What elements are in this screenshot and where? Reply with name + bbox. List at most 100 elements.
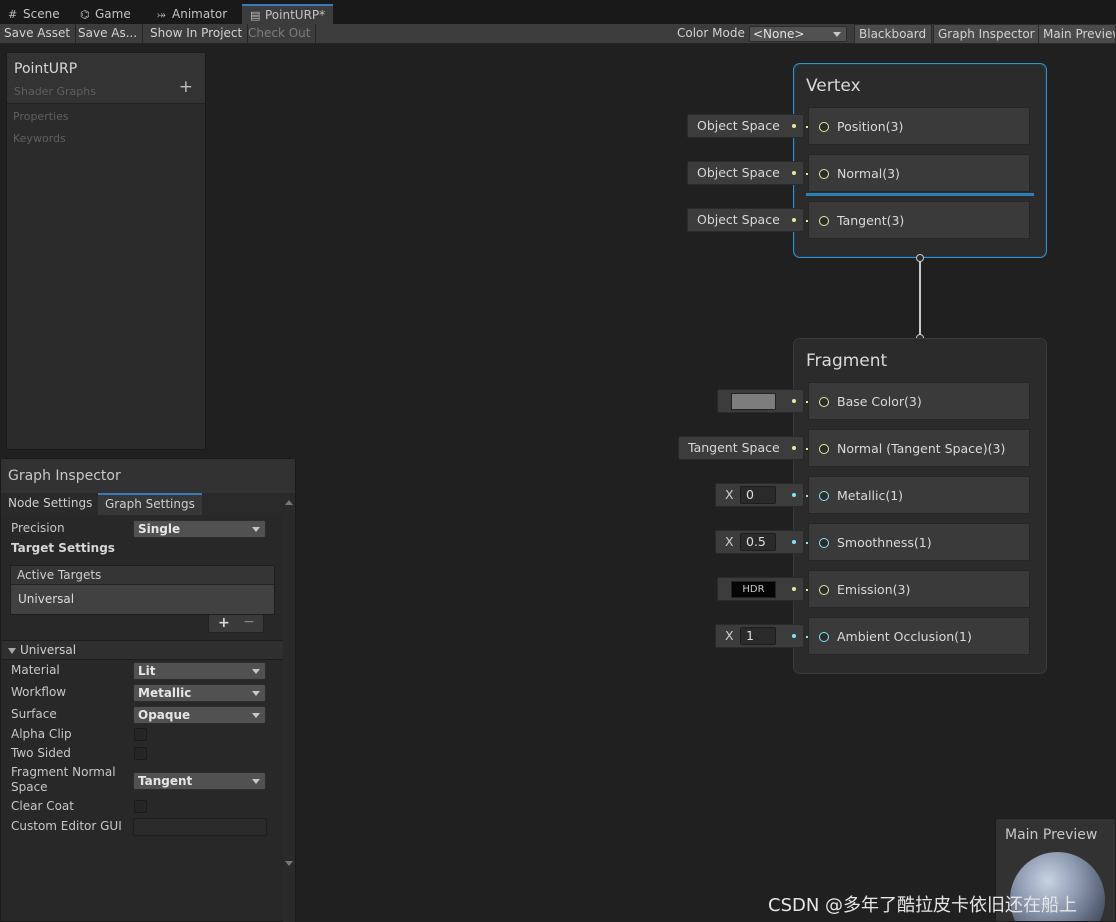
add-target-button[interactable]: + xyxy=(218,615,230,631)
ambient-occlusion-value-field[interactable]: 1 xyxy=(740,627,776,645)
smoothness-input[interactable]: X 0.5 xyxy=(715,530,804,554)
shader-graph-icon: ▤ xyxy=(250,9,261,22)
graph-inspector-toggle-button[interactable]: Graph Inspector xyxy=(933,24,1041,44)
block-tangent[interactable]: Tangent(3) xyxy=(808,201,1030,239)
editor-tab-bar: # Scene ⌬ Game ⤖ Animator ▤ PointURP* xyxy=(0,0,1116,24)
block-label: Position(3) xyxy=(837,119,904,134)
tab-game[interactable]: ⌬ Game xyxy=(72,4,139,24)
block-normal[interactable]: Normal(3) xyxy=(808,154,1030,192)
tab-shader-graph[interactable]: ▤ PointURP* xyxy=(242,4,334,24)
vector3-port-icon[interactable] xyxy=(819,585,829,595)
properties-section[interactable]: Properties xyxy=(13,110,69,123)
block-emission[interactable]: Emission(3) xyxy=(808,570,1030,608)
keywords-section[interactable]: Keywords xyxy=(13,132,66,145)
port-dot-icon xyxy=(792,171,796,175)
scroll-down-icon[interactable] xyxy=(285,861,293,866)
vector3-port-icon[interactable] xyxy=(819,216,829,226)
clear-coat-checkbox[interactable] xyxy=(134,800,147,813)
animator-icon: ⤖ xyxy=(157,8,166,21)
remove-target-button[interactable]: − xyxy=(243,614,255,630)
inspector-tabs: Node Settings Graph Settings xyxy=(1,493,283,515)
block-label: Normal (Tangent Space)(3) xyxy=(837,441,1006,456)
block-ambient-occlusion[interactable]: Ambient Occlusion(1) xyxy=(808,617,1030,655)
tab-scene[interactable]: # Scene xyxy=(0,4,68,24)
normal-space-label: Object Space xyxy=(697,165,780,180)
tab-animator-label: Animator xyxy=(172,7,228,21)
fragment-normal-space-label-line1: Fragment Normal xyxy=(11,765,116,779)
inspector-scrollbar[interactable] xyxy=(283,493,295,922)
insertion-indicator xyxy=(806,193,1034,196)
block-position[interactable]: Position(3) xyxy=(808,107,1030,145)
add-property-button[interactable]: + xyxy=(179,77,193,97)
port-dot-icon xyxy=(792,218,796,222)
port-dot-icon xyxy=(792,540,796,544)
surface-select[interactable]: Opaque xyxy=(133,706,266,724)
color-mode-select[interactable]: <None> xyxy=(749,26,847,42)
block-label: Normal(3) xyxy=(837,166,900,181)
normal-tangent-space-input[interactable]: Tangent Space xyxy=(678,436,804,460)
float-port-icon[interactable] xyxy=(819,491,829,501)
hdr-color-swatch[interactable]: HDR xyxy=(731,581,776,598)
smoothness-value-field[interactable]: 0.5 xyxy=(740,533,776,551)
main-preview-toggle-button[interactable]: Main Preview xyxy=(1038,24,1116,44)
clear-coat-label: Clear Coat xyxy=(11,799,74,813)
emission-input[interactable]: HDR xyxy=(717,577,804,601)
base-color-input[interactable] xyxy=(717,389,804,413)
color-swatch[interactable] xyxy=(731,393,776,410)
two-sided-checkbox[interactable] xyxy=(134,747,147,760)
target-settings-heading: Target Settings xyxy=(11,541,115,555)
vector3-port-icon[interactable] xyxy=(819,122,829,132)
color-mode-label: Color Mode xyxy=(677,26,745,40)
normal-space-input[interactable]: Object Space xyxy=(687,161,804,185)
port-dot-icon xyxy=(792,634,796,638)
target-item-universal[interactable]: Universal xyxy=(11,585,274,614)
flow-out-port-icon[interactable] xyxy=(916,254,924,262)
alpha-clip-checkbox[interactable] xyxy=(134,728,147,741)
context-flow-edge xyxy=(919,258,921,338)
position-space-label: Object Space xyxy=(697,118,780,133)
float-port-icon[interactable] xyxy=(819,632,829,642)
surface-label: Surface xyxy=(11,707,57,721)
tab-node-settings[interactable]: Node Settings xyxy=(1,493,99,515)
vector3-port-icon[interactable] xyxy=(819,169,829,179)
save-as-button[interactable]: Save As... xyxy=(74,24,144,44)
show-in-project-button[interactable]: Show In Project xyxy=(146,24,249,44)
active-targets-header: Active Targets xyxy=(11,566,274,585)
precision-select[interactable]: Single xyxy=(133,520,266,538)
material-select[interactable]: Lit xyxy=(133,662,266,680)
block-metallic[interactable]: Metallic(1) xyxy=(808,476,1030,514)
workflow-label: Workflow xyxy=(11,685,67,699)
block-label: Smoothness(1) xyxy=(837,535,932,550)
block-normal-tangent-space[interactable]: Normal (Tangent Space)(3) xyxy=(808,429,1030,467)
scroll-up-icon[interactable] xyxy=(285,500,293,505)
port-dot-icon xyxy=(792,493,796,497)
save-asset-button[interactable]: Save Asset xyxy=(0,24,77,44)
vector3-port-icon[interactable] xyxy=(819,397,829,407)
ambient-occlusion-input[interactable]: X1 xyxy=(715,624,804,648)
vector3-port-icon[interactable] xyxy=(819,444,829,454)
blackboard-toggle-button[interactable]: Blackboard xyxy=(854,24,933,44)
position-space-input[interactable]: Object Space xyxy=(687,114,804,138)
tangent-space-input[interactable]: Object Space xyxy=(687,208,804,232)
block-smoothness[interactable]: Smoothness(1) xyxy=(808,523,1030,561)
tangent-space-label: Object Space xyxy=(697,212,780,227)
block-base-color[interactable]: Base Color(3) xyxy=(808,382,1030,420)
fragment-normal-space-label-line2: Space xyxy=(11,780,48,794)
block-label: Ambient Occlusion(1) xyxy=(837,629,972,644)
workflow-select[interactable]: Metallic xyxy=(133,684,266,702)
tab-shader-graph-label: PointURP* xyxy=(265,8,326,22)
fragment-title: Fragment xyxy=(806,351,888,371)
port-dot-icon xyxy=(792,446,796,450)
fragment-normal-space-select[interactable]: Tangent xyxy=(133,772,266,790)
blackboard-subtitle: Shader Graphs xyxy=(14,85,96,98)
metallic-value-field[interactable]: 0 xyxy=(740,486,776,504)
universal-foldout[interactable]: Universal xyxy=(2,640,283,660)
active-targets-list: Active Targets Universal xyxy=(10,565,275,615)
tab-animator[interactable]: ⤖ Animator xyxy=(149,4,235,24)
tab-graph-settings[interactable]: Graph Settings xyxy=(98,493,202,515)
metallic-input[interactable]: X0 xyxy=(715,483,804,507)
float-port-icon[interactable] xyxy=(819,538,829,548)
check-out-button[interactable]: Check Out xyxy=(244,24,317,44)
block-label: Metallic(1) xyxy=(837,488,904,503)
custom-editor-gui-field[interactable] xyxy=(133,818,267,836)
